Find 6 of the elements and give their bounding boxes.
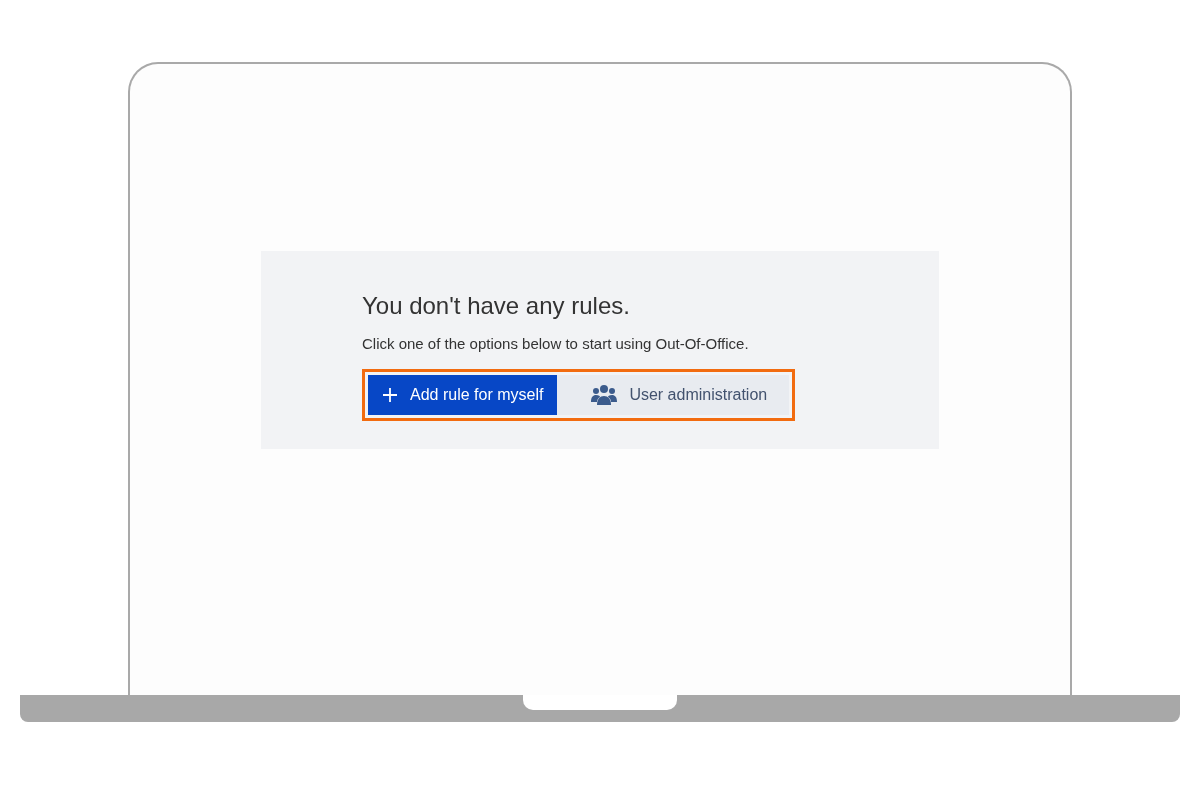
plus-icon [382, 387, 398, 403]
add-rule-button[interactable]: Add rule for myself [368, 375, 558, 415]
empty-state-message: Click one of the options below to start using Out-Of-Office. [362, 335, 750, 353]
user-administration-button[interactable]: User administration [557, 375, 790, 415]
users-icon [591, 384, 618, 406]
empty-state-title: You don't have any rules. [362, 291, 631, 321]
